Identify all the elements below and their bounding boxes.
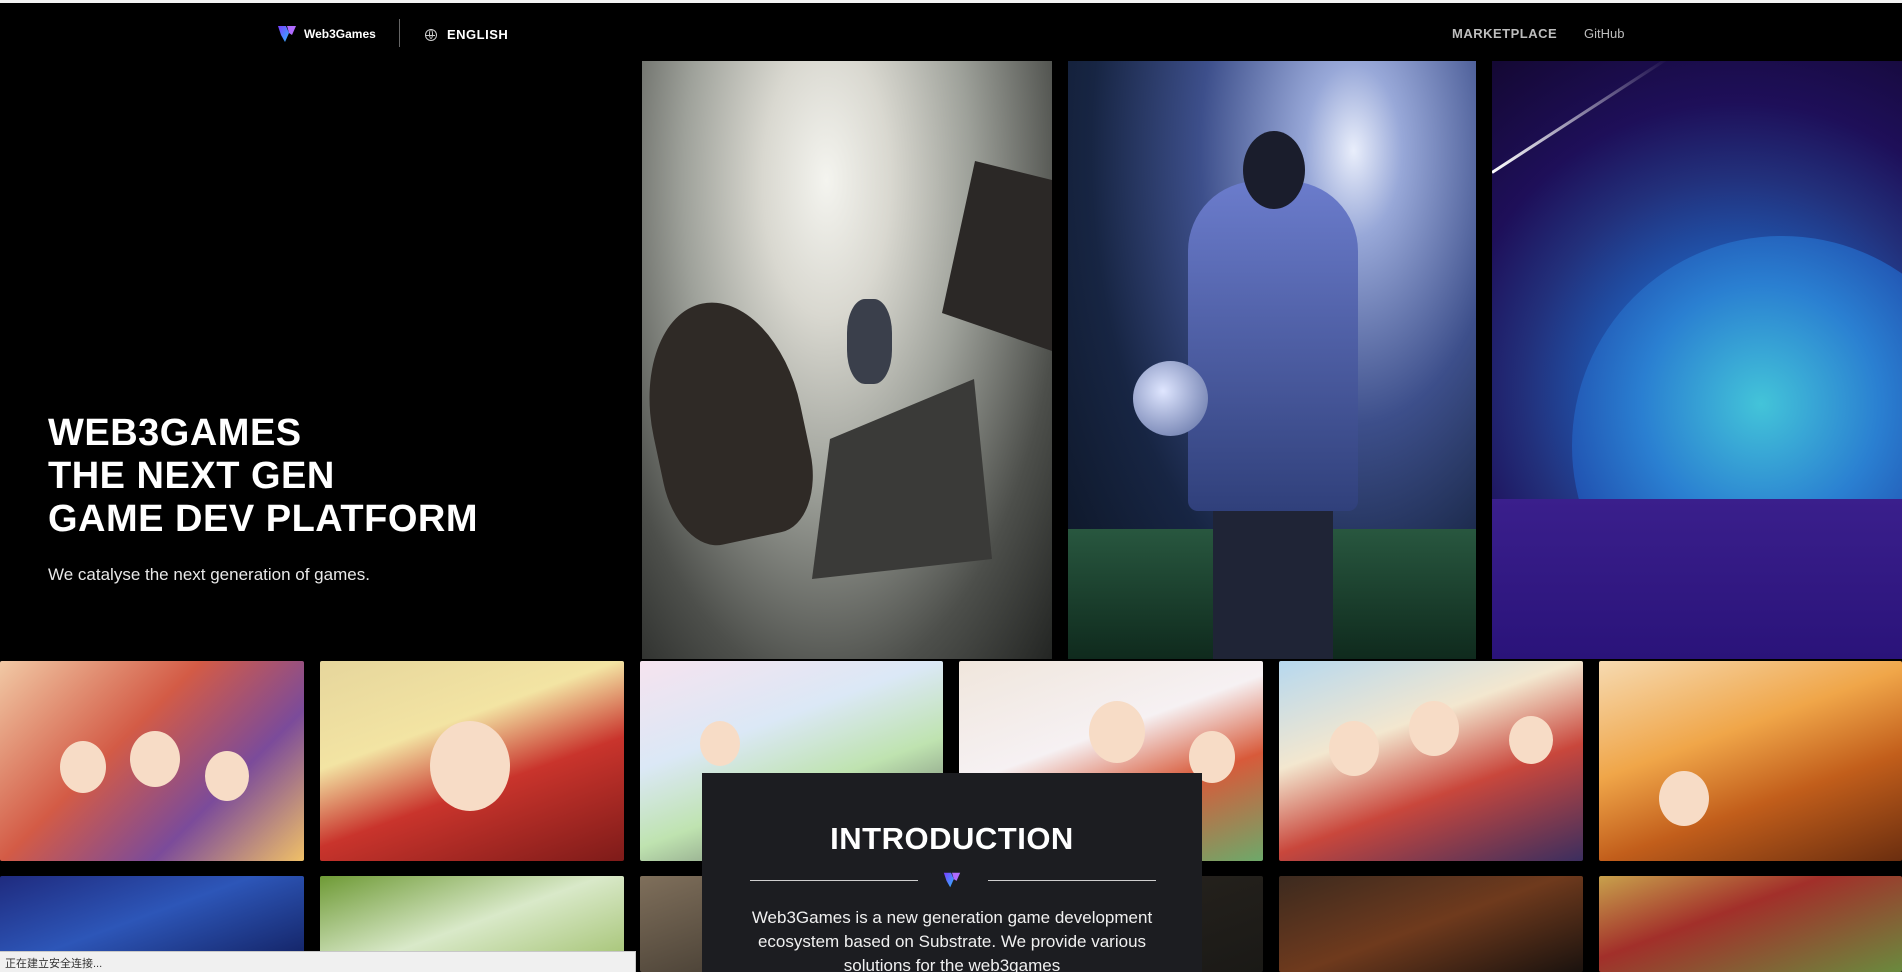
gallery-tile — [320, 661, 624, 861]
hero-title: WEB3GAMES THE NEXT GEN GAME DEV PLATFORM — [48, 412, 478, 541]
web3games-logo-icon — [278, 26, 296, 42]
hero-title-line-2: THE NEXT GEN — [48, 455, 335, 497]
status-text: 正在建立安全连接... — [5, 958, 103, 970]
nav-github-link[interactable]: GitHub — [1584, 26, 1624, 41]
character-face — [1089, 701, 1145, 763]
building-shape — [812, 379, 992, 579]
site-header: Web3Games ENGLISH MARKETPLACE GitHub — [0, 3, 1902, 61]
falling-figure-small — [847, 299, 892, 384]
football — [1133, 361, 1208, 436]
hero-title-line-1: WEB3GAMES — [48, 412, 302, 454]
page: Web3Games ENGLISH MARKETPLACE GitHub WEB… — [0, 0, 1902, 972]
player-body — [1188, 181, 1358, 511]
gallery-tile — [1599, 661, 1902, 861]
browser-status-bar: 正在建立安全连接... — [0, 951, 636, 972]
header-divider — [399, 19, 400, 47]
globe-icon — [425, 28, 437, 41]
character-face — [205, 751, 249, 801]
brand-name: Web3Games — [304, 27, 376, 41]
hero-image-football — [1068, 61, 1476, 659]
divider-line-right — [988, 880, 1156, 881]
introduction-body: Web3Games is a new generation game devel… — [751, 908, 1153, 972]
introduction-title: INTRODUCTION — [830, 821, 1074, 856]
hero-image-planet — [1492, 61, 1902, 659]
player-head — [1243, 131, 1305, 209]
player-legs — [1213, 501, 1333, 659]
character-face — [1409, 701, 1459, 756]
hero-image-explosion — [642, 61, 1052, 659]
nav-marketplace-link[interactable]: MARKETPLACE — [1452, 26, 1557, 41]
character-face — [130, 731, 180, 787]
character-face — [430, 721, 510, 811]
character-face — [1509, 716, 1553, 764]
language-selector[interactable]: ENGLISH — [425, 27, 508, 42]
hero-subtitle: We catalyse the next generation of games… — [48, 565, 370, 584]
character-face — [700, 721, 740, 766]
brand-logo[interactable]: Web3Games — [276, 23, 376, 45]
web3games-logo-icon — [943, 872, 961, 888]
character-face — [1659, 771, 1709, 826]
gallery-tile — [0, 661, 304, 861]
rock-shape — [942, 161, 1052, 351]
gallery-tile — [1599, 876, 1902, 972]
falling-figure — [642, 288, 826, 554]
alien-ground — [1492, 499, 1902, 659]
hero-title-line-3: GAME DEV PLATFORM — [48, 498, 479, 540]
gallery-tile — [1279, 876, 1583, 972]
comet — [1492, 61, 1669, 174]
gallery-tile — [1279, 661, 1583, 861]
introduction-panel: INTRODUCTION Web3Games is a new generati… — [702, 773, 1202, 972]
divider-line-left — [750, 880, 918, 881]
character-face — [1329, 721, 1379, 776]
language-label: ENGLISH — [447, 27, 509, 42]
character-face — [60, 741, 106, 793]
